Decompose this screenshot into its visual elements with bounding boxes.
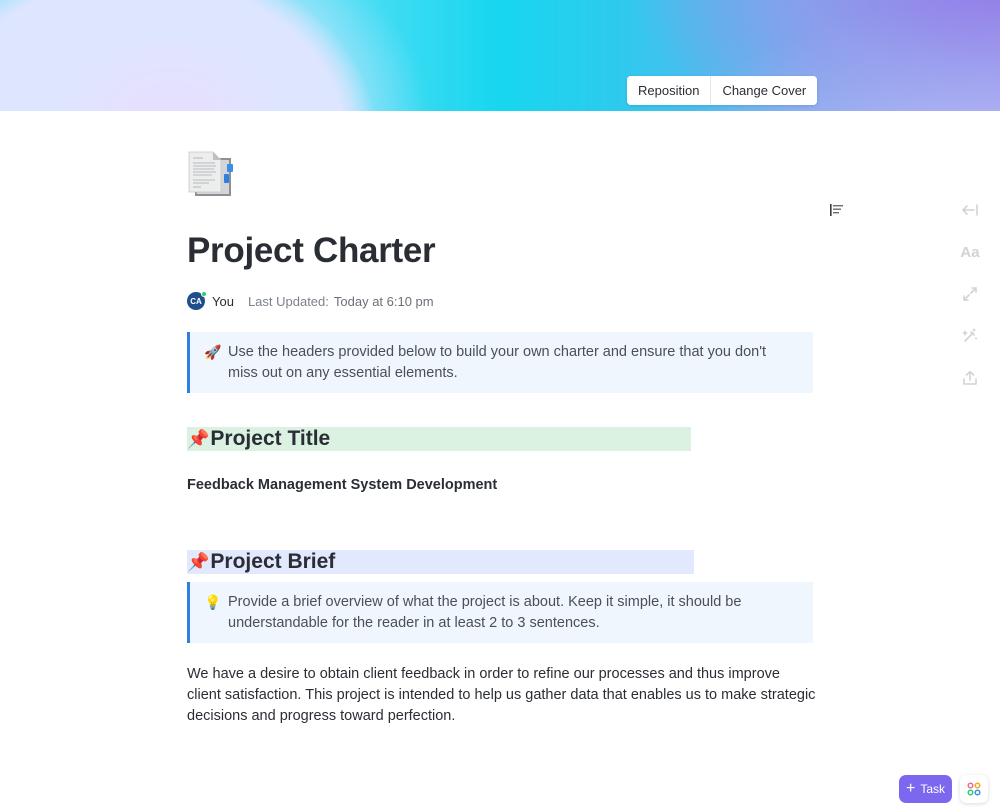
lightbulb-icon: 💡 (204, 594, 222, 610)
project-title-value[interactable]: Feedback Management System Development (187, 477, 497, 493)
callout-text: Use the headers provided below to build … (228, 344, 766, 381)
change-cover-button[interactable]: Change Cover (710, 76, 818, 105)
cover-image: Reposition Change Cover (0, 0, 1000, 111)
last-updated-value: Today at 6:10 pm (333, 293, 434, 309)
right-toolbar: Aa (958, 198, 982, 408)
typography-icon[interactable]: Aa (958, 240, 982, 264)
online-status-indicator (201, 291, 207, 297)
reposition-button[interactable]: Reposition (627, 76, 711, 105)
avatar[interactable]: CA (187, 291, 207, 310)
author-name: You (212, 293, 234, 309)
magic-wand-icon[interactable] (958, 324, 982, 348)
avatar-initials: CA (190, 296, 202, 306)
rocket-icon: 🚀 (204, 344, 222, 360)
callout-text: Provide a brief overview of what the pro… (228, 594, 742, 631)
expand-arrows-icon[interactable] (958, 282, 982, 306)
intro-callout[interactable]: 🚀 Use the headers provided below to buil… (187, 332, 813, 393)
collapse-arrow-icon[interactable] (958, 198, 982, 222)
section-heading-project-brief[interactable]: 📌 Project Brief (187, 550, 694, 574)
task-button-label: Task (920, 782, 946, 796)
section-heading-text: Project Title (210, 427, 331, 450)
plus-icon: + (905, 780, 916, 797)
pushpin-icon: 📌 (187, 428, 210, 449)
document-icon[interactable] (187, 150, 235, 198)
section-heading-text: Project Brief (210, 550, 336, 573)
share-upload-icon[interactable] (958, 366, 982, 390)
document-meta: CA You Last Updated: Today at 6:10 pm (187, 291, 434, 311)
brief-callout[interactable]: 💡 Provide a brief overview of what the p… (187, 582, 813, 643)
apps-grid-icon[interactable] (960, 775, 988, 803)
project-brief-text[interactable]: We have a desire to obtain client feedba… (187, 664, 817, 727)
cover-actions: Reposition Change Cover (627, 76, 818, 105)
last-updated-label: Last Updated: (247, 293, 329, 309)
section-heading-project-title[interactable]: 📌 Project Title (187, 427, 691, 451)
outline-toggle-icon[interactable] (829, 203, 845, 217)
page-title[interactable]: Project Charter (187, 231, 436, 271)
pushpin-icon: 📌 (187, 551, 210, 572)
add-task-button[interactable]: + Task (899, 775, 952, 803)
